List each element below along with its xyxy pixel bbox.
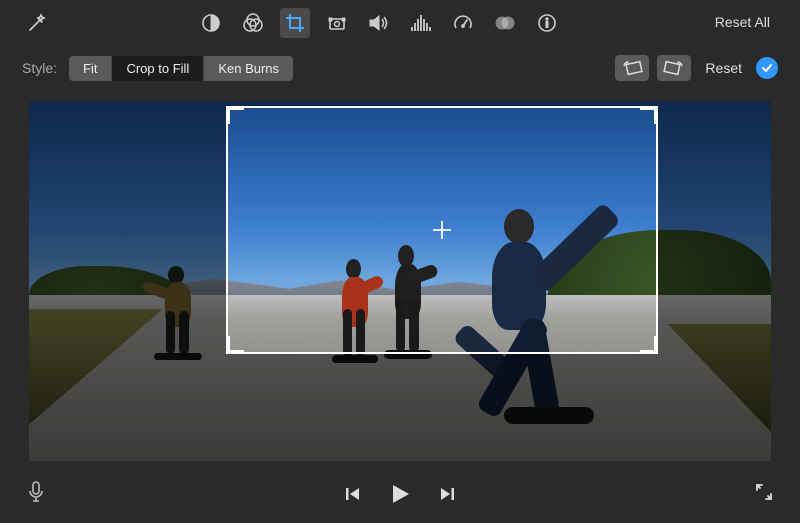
style-option-fit[interactable]: Fit xyxy=(69,56,112,81)
crop-handle-tr[interactable] xyxy=(640,106,658,124)
reset-crop-button[interactable]: Reset xyxy=(699,56,748,80)
preview-area xyxy=(0,90,800,465)
style-option-ken-burns[interactable]: Ken Burns xyxy=(204,56,293,81)
play-button[interactable] xyxy=(388,482,412,506)
style-option-crop-to-fill[interactable]: Crop to Fill xyxy=(112,56,204,81)
clip-filter-icon[interactable] xyxy=(490,8,520,38)
noise-eq-icon[interactable] xyxy=(406,8,436,38)
previous-frame-button[interactable] xyxy=(344,485,362,503)
video-preview[interactable] xyxy=(29,101,771,461)
crop-rectangle[interactable] xyxy=(226,106,658,354)
crop-handle-br[interactable] xyxy=(640,336,658,354)
reset-all-button[interactable]: Reset All xyxy=(707,10,778,34)
style-label: Style: xyxy=(22,60,57,76)
apply-crop-button[interactable] xyxy=(756,57,778,79)
imovie-crop-panel: Reset All Style: Fit Crop to Fill Ken Bu… xyxy=(0,0,800,523)
auto-enhance-icon[interactable] xyxy=(22,8,52,38)
color-correction-icon[interactable] xyxy=(238,8,268,38)
crop-style-bar: Style: Fit Crop to Fill Ken Burns Reset xyxy=(0,46,800,90)
rotate-ccw-button[interactable] xyxy=(615,55,649,81)
crop-icon[interactable] xyxy=(280,8,310,38)
crop-handle-bl[interactable] xyxy=(226,336,244,354)
adjustments-toolbar: Reset All xyxy=(0,0,800,46)
style-segmented-control: Fit Crop to Fill Ken Burns xyxy=(69,56,293,81)
rotate-cw-button[interactable] xyxy=(657,55,691,81)
playback-bar xyxy=(0,465,800,523)
fullscreen-icon[interactable] xyxy=(754,482,774,507)
color-balance-icon[interactable] xyxy=(196,8,226,38)
info-icon[interactable] xyxy=(532,8,562,38)
volume-icon[interactable] xyxy=(364,8,394,38)
speed-icon[interactable] xyxy=(448,8,478,38)
next-frame-button[interactable] xyxy=(438,485,456,503)
crop-handle-tl[interactable] xyxy=(226,106,244,124)
crop-center-icon xyxy=(433,221,451,239)
stabilization-icon[interactable] xyxy=(322,8,352,38)
voiceover-mic-icon[interactable] xyxy=(26,480,166,509)
